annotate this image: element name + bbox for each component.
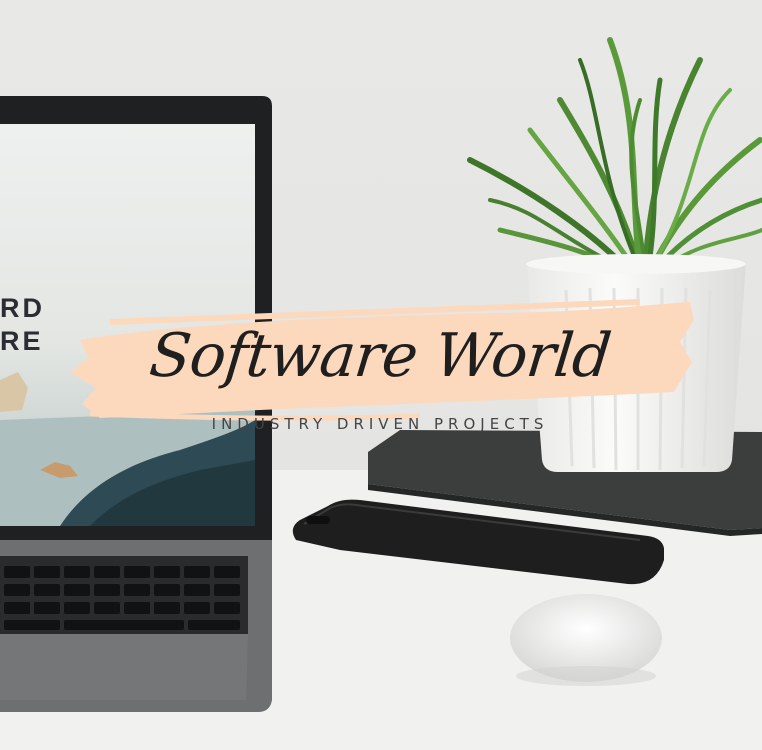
logo-title: Software World [146, 321, 614, 391]
photo-scene: RD RE Software World INDUSTRY DRIVEN PRO… [0, 0, 762, 750]
screen-text-line-1: RD [0, 293, 45, 323]
screen-text-line-2: RE [0, 326, 44, 356]
laptop-screen-text: RD RE [0, 292, 45, 358]
logo-tagline: INDUSTRY DRIVEN PROJECTS [211, 415, 549, 433]
mouse [510, 594, 662, 686]
